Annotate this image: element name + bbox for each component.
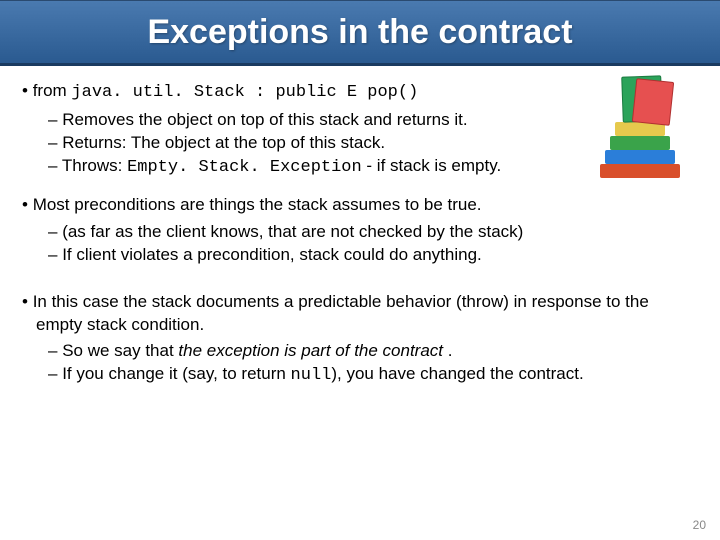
- bullet-preconditions: Most preconditions are things the stack …: [22, 194, 698, 217]
- sub-list-2: (as far as the client knows, that are no…: [48, 221, 698, 267]
- title-bar: Exceptions in the contract: [0, 0, 720, 66]
- italic-span: the exception is part of the contract: [178, 341, 443, 360]
- text: .: [443, 341, 452, 360]
- text: ), you have changed the contract.: [331, 364, 583, 383]
- sub-bullet: If client violates a precondition, stack…: [48, 244, 698, 267]
- text: - if stack is empty.: [362, 156, 502, 175]
- book-icon: [600, 164, 680, 178]
- bullet-documents-behavior: In this case the stack documents a predi…: [22, 291, 698, 337]
- code-span: Empty. Stack. Exception: [127, 158, 362, 177]
- text: from: [33, 81, 72, 100]
- text: Throws:: [62, 156, 127, 175]
- text: If you change it (say, to return: [62, 364, 290, 383]
- books-illustration: [590, 78, 700, 178]
- text: So we say that: [62, 341, 178, 360]
- slide-title: Exceptions in the contract: [147, 13, 572, 52]
- sub-bullet: If you change it (say, to return null), …: [48, 363, 698, 388]
- sub-bullet: So we say that the exception is part of …: [48, 340, 698, 363]
- book-icon: [605, 150, 675, 164]
- page-number: 20: [693, 518, 706, 532]
- book-icon: [610, 136, 670, 150]
- book-icon: [632, 78, 674, 126]
- sub-list-3: So we say that the exception is part of …: [48, 340, 698, 388]
- sub-bullet: (as far as the client knows, that are no…: [48, 221, 698, 244]
- code-span: null: [291, 366, 332, 385]
- code-span: java. util. Stack : public E pop(): [71, 83, 418, 102]
